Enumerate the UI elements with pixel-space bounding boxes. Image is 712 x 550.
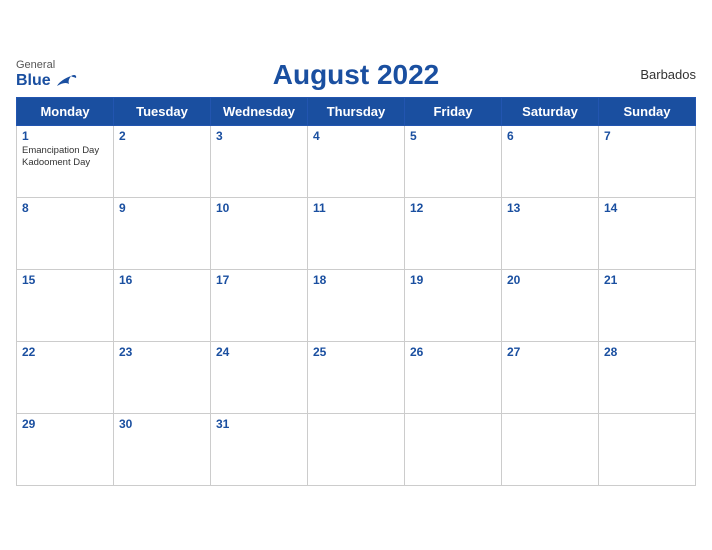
day-number: 28 [604, 345, 690, 359]
header-sunday: Sunday [599, 97, 696, 125]
day-cell-21: 21 [599, 269, 696, 341]
day-number: 29 [22, 417, 108, 431]
day-cell-6: 6 [502, 125, 599, 197]
day-cell-13: 13 [502, 197, 599, 269]
header-friday: Friday [405, 97, 502, 125]
day-cell-35 [599, 413, 696, 485]
day-cell-31: 31 [211, 413, 308, 485]
calendar-title: August 2022 [273, 59, 440, 91]
header-monday: Monday [17, 97, 114, 125]
day-cell-27: 27 [502, 341, 599, 413]
day-cell-11: 11 [308, 197, 405, 269]
day-number: 23 [119, 345, 205, 359]
week-row-2: 89 10 11 12 13 14 [17, 197, 696, 269]
day-number: 25 [313, 345, 399, 359]
header-saturday: Saturday [502, 97, 599, 125]
day-number: 7 [604, 129, 690, 143]
day-cell-15: 15 [17, 269, 114, 341]
day-number: 3 [216, 129, 302, 143]
day-number: 6 [507, 129, 593, 143]
logo-general-text: General [16, 59, 55, 71]
calendar-container: General Blue August 2022 Barbados Monday… [0, 49, 712, 502]
day-cell-34 [502, 413, 599, 485]
day-cell-12: 12 [405, 197, 502, 269]
day-number: 31 [216, 417, 302, 431]
day-cell-32 [308, 413, 405, 485]
day-number: 5 [410, 129, 496, 143]
day-cell-33 [405, 413, 502, 485]
weekday-header-row: Monday Tuesday Wednesday Thursday Friday… [17, 97, 696, 125]
day-cell-25: 25 [308, 341, 405, 413]
day-cell-1: 1 Emancipation Day Kadooment Day [17, 125, 114, 197]
day-number: 22 [22, 345, 108, 359]
day-cell-2: 2 [114, 125, 211, 197]
day-number: 11 [313, 201, 399, 215]
day-number: 4 [313, 129, 399, 143]
day-number: 8 [22, 201, 108, 215]
day-number: 9 [119, 201, 205, 215]
day-cell-14: 14 [599, 197, 696, 269]
day-number: 20 [507, 273, 593, 287]
day-cell-26: 26 [405, 341, 502, 413]
header-tuesday: Tuesday [114, 97, 211, 125]
logo-blue-text: Blue [16, 72, 51, 90]
header-wednesday: Wednesday [211, 97, 308, 125]
day-number: 21 [604, 273, 690, 287]
day-cell-28: 28 [599, 341, 696, 413]
day-cell-7: 7 [599, 125, 696, 197]
day-cell-8: 8 [17, 197, 114, 269]
day-number: 26 [410, 345, 496, 359]
day-cell-30: 30 [114, 413, 211, 485]
header-thursday: Thursday [308, 97, 405, 125]
day-cell-20: 20 [502, 269, 599, 341]
day-cell-29: 29 [17, 413, 114, 485]
day-cell-3: 3 [211, 125, 308, 197]
day-cell-24: 24 [211, 341, 308, 413]
week-row-3: 15 16 17 18 19 20 21 [17, 269, 696, 341]
holiday-text: Emancipation Day Kadooment Day [22, 145, 108, 170]
day-cell-16: 16 [114, 269, 211, 341]
day-number: 30 [119, 417, 205, 431]
week-row-5: 29 30 31 [17, 413, 696, 485]
day-cell-18: 18 [308, 269, 405, 341]
day-number: 24 [216, 345, 302, 359]
logo-area: General Blue [16, 59, 77, 89]
day-number: 14 [604, 201, 690, 215]
calendar-body: 1Emancipation Day Kadooment Day234567891… [17, 125, 696, 485]
day-number: 17 [216, 273, 302, 287]
day-cell-17: 17 [211, 269, 308, 341]
calendar-header: General Blue August 2022 Barbados [16, 59, 696, 91]
day-cell-22: 22 [17, 341, 114, 413]
day-cell-19: 19 [405, 269, 502, 341]
day-number: 10 [216, 201, 302, 215]
calendar-thead: Monday Tuesday Wednesday Thursday Friday… [17, 97, 696, 125]
day-number: 27 [507, 345, 593, 359]
country-label: Barbados [640, 67, 696, 82]
calendar-table: Monday Tuesday Wednesday Thursday Friday… [16, 97, 696, 486]
day-cell-23: 23 [114, 341, 211, 413]
day-number: 12 [410, 201, 496, 215]
day-number: 16 [119, 273, 205, 287]
day-number: 1 [22, 129, 108, 143]
week-row-4: 22 23 24 25 26 27 28 [17, 341, 696, 413]
day-cell-5: 5 [405, 125, 502, 197]
week-row-1: 1 Emancipation Day Kadooment Day 234567 [17, 125, 696, 197]
day-number: 19 [410, 273, 496, 287]
day-cell-9: 9 [114, 197, 211, 269]
day-cell-10: 10 [211, 197, 308, 269]
day-number: 15 [22, 273, 108, 287]
logo-bird-icon [55, 72, 77, 90]
day-number: 2 [119, 129, 205, 143]
day-cell-4: 4 [308, 125, 405, 197]
day-number: 13 [507, 201, 593, 215]
day-number: 18 [313, 273, 399, 287]
